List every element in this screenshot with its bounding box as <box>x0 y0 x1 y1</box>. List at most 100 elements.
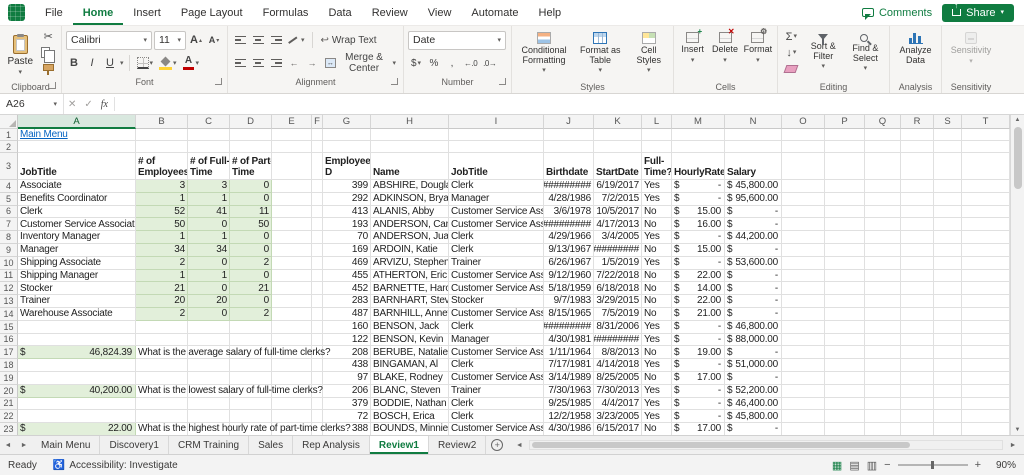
zoom-out-button[interactable]: − <box>884 459 890 471</box>
cell-E16[interactable] <box>272 333 312 347</box>
cell-A14[interactable]: Warehouse Associate <box>18 307 136 321</box>
cell-H9[interactable]: ARDOIN, Katie <box>371 243 449 257</box>
cell-L14[interactable]: No <box>642 307 672 321</box>
align-left-button[interactable] <box>232 53 248 73</box>
scroll-left-icon[interactable]: ◄ <box>511 442 527 449</box>
cell-T8[interactable] <box>962 231 1010 244</box>
cell-P4[interactable] <box>825 180 865 193</box>
cell-P13[interactable] <box>825 295 865 308</box>
cell-F5[interactable] <box>312 192 323 206</box>
cell-E9[interactable] <box>272 243 312 257</box>
cell-G8[interactable]: 70 <box>323 231 371 244</box>
cell-O18[interactable] <box>782 359 825 372</box>
cell-L2[interactable] <box>642 141 672 153</box>
cell-E5[interactable] <box>272 192 312 206</box>
cell-E12[interactable] <box>272 282 312 296</box>
cell-I23[interactable]: Customer Service Associate <box>449 423 544 435</box>
row-header-7[interactable]: 7 <box>0 218 18 232</box>
cell-L3[interactable]: Full- Time? <box>642 153 672 180</box>
cell-B15[interactable] <box>136 320 188 334</box>
comma-style-button[interactable]: , <box>444 53 460 73</box>
cell-S13[interactable] <box>934 295 962 308</box>
cell-C2[interactable] <box>188 141 230 153</box>
cell-K1[interactable] <box>594 129 642 141</box>
cell-E18[interactable] <box>272 359 312 372</box>
select-all-button[interactable] <box>0 115 18 129</box>
cell-F4[interactable] <box>312 180 323 193</box>
cell-K23[interactable]: 6/15/2017 <box>594 423 642 435</box>
cell-S20[interactable] <box>934 384 962 398</box>
cell-C13[interactable]: 20 <box>188 295 230 308</box>
column-header-c[interactable]: C <box>188 115 230 129</box>
cell-H18[interactable]: BINGAMAN, Al <box>371 359 449 372</box>
cell-T16[interactable] <box>962 333 1010 347</box>
cell-N15[interactable]: $46,800.00 <box>725 320 782 334</box>
cell-P5[interactable] <box>825 192 865 206</box>
cell-E7[interactable] <box>272 218 312 232</box>
cell-J4[interactable]: ######### <box>544 180 594 193</box>
cell-R10[interactable] <box>901 256 934 270</box>
cell-M11[interactable]: $22.00 <box>672 269 725 283</box>
cell-Q5[interactable] <box>865 192 901 206</box>
cell-D21[interactable] <box>230 397 272 411</box>
cell-B23[interactable]: What is the highest hourly rate of part-… <box>136 423 351 435</box>
cell-F22[interactable] <box>312 410 323 424</box>
cell-O20[interactable] <box>782 384 825 398</box>
decrease-indent-button[interactable]: ← <box>286 53 302 73</box>
cell-A16[interactable] <box>18 333 136 347</box>
cell-Q13[interactable] <box>865 295 901 308</box>
cell-N18[interactable]: $51,000.00 <box>725 359 782 372</box>
cell-C16[interactable] <box>188 333 230 347</box>
sensitivity-button[interactable]: Sensitivity ▾ <box>946 29 996 81</box>
row-header-6[interactable]: 6 <box>0 205 18 219</box>
cell-S3[interactable] <box>934 153 962 180</box>
cell-D5[interactable]: 0 <box>230 192 272 206</box>
cell-G19[interactable]: 97 <box>323 371 371 385</box>
dialog-launcher-icon[interactable] <box>49 82 56 89</box>
page-break-view-button[interactable]: ▥ <box>867 459 877 472</box>
cell-I13[interactable]: Stocker <box>449 295 544 308</box>
cell-B16[interactable] <box>136 333 188 347</box>
cell-R16[interactable] <box>901 333 934 347</box>
cell-L23[interactable]: No <box>642 423 672 435</box>
cell-N12[interactable]: $ - <box>725 282 782 296</box>
cell-K13[interactable]: 3/29/2015 <box>594 295 642 308</box>
cell-J6[interactable]: 3/6/1978 <box>544 205 594 219</box>
cell-M19[interactable]: $17.00 <box>672 371 725 385</box>
cell-A22[interactable] <box>18 410 136 424</box>
cell-O3[interactable] <box>782 153 825 180</box>
cell-G3[interactable]: EmployeeI D <box>323 153 371 180</box>
cell-C10[interactable]: 0 <box>188 256 230 270</box>
cell-K20[interactable]: 7/30/2013 <box>594 384 642 398</box>
cell-E3[interactable] <box>272 153 312 180</box>
cell-R13[interactable] <box>901 295 934 308</box>
cell-A23[interactable]: $22.00 <box>18 423 136 435</box>
column-header-i[interactable]: I <box>449 115 544 129</box>
cell-R11[interactable] <box>901 269 934 283</box>
cell-A21[interactable] <box>18 397 136 411</box>
cell-T22[interactable] <box>962 410 1010 424</box>
autosum-button[interactable]: Σ ▾ <box>782 29 801 44</box>
cell-P21[interactable] <box>825 397 865 411</box>
cell-E2[interactable] <box>272 141 312 153</box>
conditional-formatting-button[interactable]: Conditional Formatting ▾ <box>516 29 572 81</box>
cell-M6[interactable]: $15.00 <box>672 205 725 219</box>
sheet-tab-review1[interactable]: Review1 <box>369 436 429 454</box>
cell-C15[interactable] <box>188 320 230 334</box>
cell-J19[interactable]: 3/14/1989 <box>544 371 594 385</box>
cell-R2[interactable] <box>901 141 934 153</box>
cell-F6[interactable] <box>312 205 323 219</box>
cell-I18[interactable]: Clerk <box>449 359 544 372</box>
cell-L1[interactable] <box>642 129 672 141</box>
cell-H19[interactable]: BLAKE, Rodney <box>371 371 449 385</box>
zoom-in-button[interactable]: + <box>975 459 981 471</box>
cell-C21[interactable] <box>188 397 230 411</box>
sheet-tab-review2[interactable]: Review2 <box>429 436 487 454</box>
cell-R22[interactable] <box>901 410 934 424</box>
align-right-button[interactable] <box>268 53 284 73</box>
cell-I17[interactable]: Customer Service Associate <box>449 346 544 360</box>
cell-L12[interactable]: No <box>642 282 672 296</box>
column-header-r[interactable]: R <box>901 115 934 129</box>
cell-O15[interactable] <box>782 320 825 334</box>
cell-K14[interactable]: 7/5/2019 <box>594 307 642 321</box>
